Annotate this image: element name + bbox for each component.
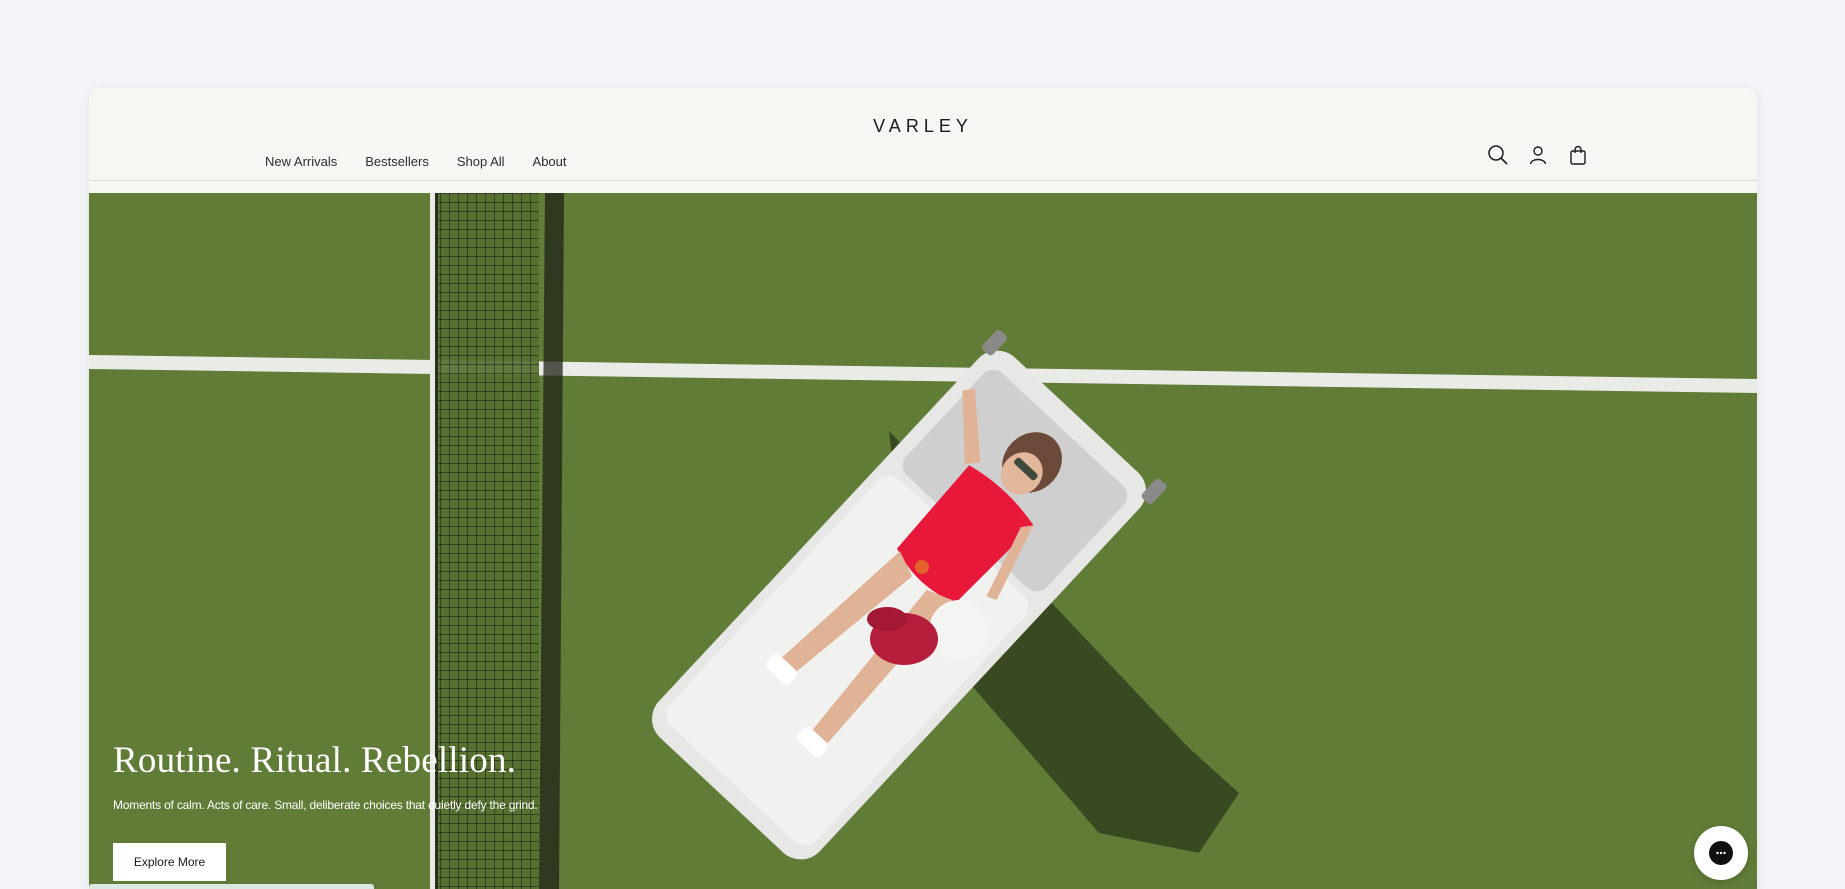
site-header: VARLEY New Arrivals Bestsellers Shop All… bbox=[89, 88, 1757, 181]
chat-icon bbox=[1709, 841, 1733, 865]
account-icon[interactable] bbox=[1527, 144, 1549, 166]
browser-frame: VARLEY New Arrivals Bestsellers Shop All… bbox=[89, 88, 1757, 889]
bottom-toast-edge[interactable] bbox=[89, 884, 374, 889]
header-icons bbox=[1487, 144, 1589, 166]
hero-subtitle: Moments of calm. Acts of care. Small, de… bbox=[113, 798, 538, 812]
main-nav: New Arrivals Bestsellers Shop All About bbox=[265, 154, 567, 169]
hero-image bbox=[89, 193, 1757, 889]
nav-new-arrivals[interactable]: New Arrivals bbox=[265, 154, 337, 169]
site-logo[interactable]: VARLEY bbox=[89, 116, 1757, 137]
hero-section: Routine. Ritual. Rebellion. Moments of c… bbox=[89, 193, 1757, 889]
explore-more-button[interactable]: Explore More bbox=[113, 843, 226, 881]
nav-bestsellers[interactable]: Bestsellers bbox=[365, 154, 429, 169]
nav-about[interactable]: About bbox=[533, 154, 567, 169]
chat-button[interactable] bbox=[1694, 826, 1748, 880]
hero-title: Routine. Ritual. Rebellion. bbox=[113, 740, 517, 781]
nav-shop-all[interactable]: Shop All bbox=[457, 154, 505, 169]
search-icon[interactable] bbox=[1487, 144, 1509, 166]
bag-icon[interactable] bbox=[1567, 144, 1589, 166]
